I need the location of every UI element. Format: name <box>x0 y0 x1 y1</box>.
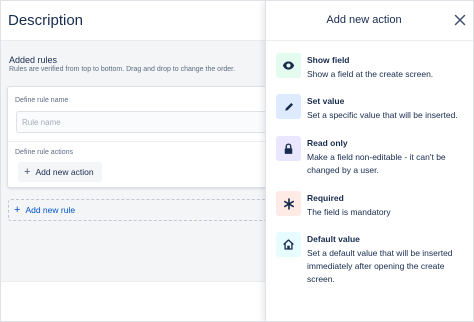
pencil-icon <box>276 94 301 119</box>
editor-footer <box>1 281 265 321</box>
add-rule-label: Add new rule <box>25 205 76 215</box>
action-option-default-value[interactable]: Default value Set a default value that w… <box>276 232 472 287</box>
action-option-required[interactable]: Required The field is mandatory <box>276 191 472 221</box>
option-description: Set a default value that will be inserte… <box>307 248 453 284</box>
editor-header: Description <box>1 1 265 41</box>
description-editor: Description Added rules Rules are verifi… <box>1 1 270 321</box>
add-action-drawer: Add new action Show field Show a field a… <box>265 1 473 321</box>
editor-title: Description <box>8 12 84 29</box>
home-icon <box>276 232 301 257</box>
add-action-label: Add new action <box>35 167 94 177</box>
rule-actions-label: Define rule actions <box>15 149 73 156</box>
asterisk-icon <box>276 191 301 216</box>
action-option-set-value[interactable]: Set value Set a specific value that will… <box>276 94 472 124</box>
add-action-button[interactable]: + Add new action <box>18 162 102 182</box>
card-divider <box>8 141 270 142</box>
rule-name-input[interactable] <box>16 111 268 133</box>
option-title: Required <box>307 193 344 203</box>
lock-icon <box>276 136 301 161</box>
added-rules-title: Added rules <box>9 55 58 65</box>
rules-section: Added rules Rules are verified from top … <box>1 41 270 281</box>
plus-icon: + <box>24 165 31 178</box>
plus-icon: + <box>14 203 21 216</box>
option-description: Make a field non-editable - it can't be … <box>307 152 446 175</box>
rule-name-label: Define rule name <box>15 97 69 104</box>
eye-icon <box>276 53 301 78</box>
add-rule-button[interactable]: + Add new rule <box>8 199 270 221</box>
drawer-header: Add new action <box>266 1 473 41</box>
option-title: Read only <box>307 138 348 148</box>
rule-card: Define rule name Define rule actions + A… <box>7 86 270 188</box>
action-option-show-field[interactable]: Show field Show a field at the create sc… <box>276 53 472 83</box>
drawer-title: Add new action <box>326 14 402 26</box>
close-icon[interactable] <box>452 12 468 28</box>
app-frame: Description Added rules Rules are verifi… <box>0 0 474 322</box>
option-title: Default value <box>307 234 360 244</box>
option-title: Show field <box>307 55 350 65</box>
option-description: Set a specific value that will be insert… <box>307 110 458 120</box>
option-description: The field is mandatory <box>307 207 391 217</box>
option-description: Show a field at the create screen. <box>307 69 434 79</box>
added-rules-description: Rules are verified from top to bottom. D… <box>9 66 236 73</box>
option-title: Set value <box>307 96 345 106</box>
action-option-read-only[interactable]: Read only Make a field non-editable - it… <box>276 136 472 176</box>
